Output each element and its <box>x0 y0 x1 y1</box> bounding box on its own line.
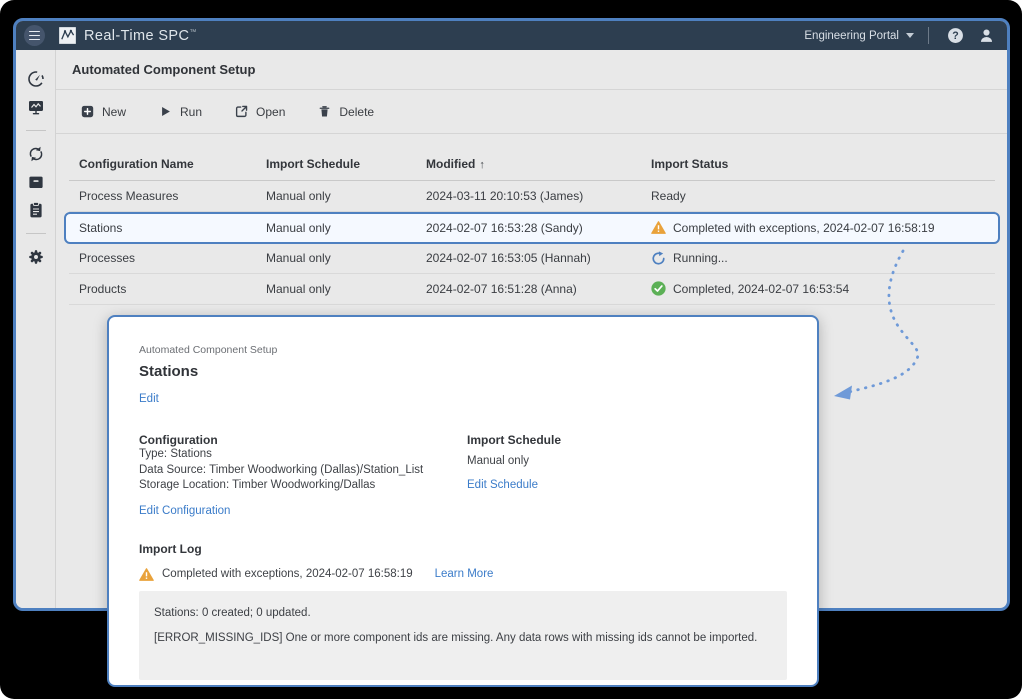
config-name-cell: Stations <box>69 221 256 235</box>
configuration-type: Type: Stations <box>139 447 467 463</box>
log-line: Stations: 0 created; 0 updated. <box>154 607 772 619</box>
help-icon[interactable]: ? <box>947 27 964 44</box>
table-row[interactable]: Process MeasuresManual only2024-03-11 20… <box>69 181 995 212</box>
sidebar-divider <box>26 130 46 131</box>
play-icon <box>159 105 172 118</box>
portal-selector[interactable]: Engineering Portal <box>804 30 914 42</box>
col-configuration-name[interactable]: Configuration Name <box>69 157 256 171</box>
status-text: Completed with exceptions, 2024-02-07 16… <box>673 221 935 235</box>
import-schedule-cell: Manual only <box>256 282 416 296</box>
sort-ascending-icon: ↑ <box>479 159 485 171</box>
brand-title: Real-Time SPC™ <box>84 28 197 44</box>
import-log-box: Stations: 0 created; 0 updated. [ERROR_M… <box>139 591 787 680</box>
gear-icon[interactable] <box>27 248 45 266</box>
table-row[interactable]: ProductsManual only2024-02-07 16:51:28 (… <box>69 274 995 305</box>
config-name-cell: Products <box>69 282 256 296</box>
config-name-cell: Process Measures <box>69 189 256 203</box>
open-external-icon <box>235 105 248 118</box>
chevron-down-icon <box>906 33 914 38</box>
open-button-label: Open <box>256 105 285 119</box>
delete-button[interactable]: Delete <box>318 105 374 119</box>
import-schedule-section: Import Schedule Manual only Edit Schedul… <box>467 433 561 519</box>
learn-more-link[interactable]: Learn More <box>435 568 494 580</box>
import-log-status-text: Completed with exceptions, 2024-02-07 16… <box>162 568 413 580</box>
import-log-status: Completed with exceptions, 2024-02-07 16… <box>139 567 787 582</box>
clipboard-icon[interactable] <box>27 201 45 219</box>
trash-icon <box>318 105 331 118</box>
table-row[interactable]: ProcessesManual only2024-02-07 16:53:05 … <box>69 244 995 275</box>
screenshot-stage: Real-Time SPC™ Engineering Portal ? <box>0 0 1022 699</box>
import-status-cell: Running... <box>641 251 995 266</box>
warning-triangle-icon <box>139 567 154 582</box>
import-status-cell: Completed with exceptions, 2024-02-07 16… <box>641 220 995 235</box>
col-import-schedule[interactable]: Import Schedule <box>256 157 416 171</box>
import-status-cell: Ready <box>641 189 995 203</box>
panel-breadcrumb: Automated Component Setup <box>139 344 787 356</box>
configuration-section: Configuration Type: Stations Data Source… <box>139 433 467 519</box>
run-button-label: Run <box>180 105 202 119</box>
import-schedule-cell: Manual only <box>256 189 416 203</box>
archive-box-icon[interactable] <box>27 173 45 191</box>
run-button[interactable]: Run <box>159 105 202 119</box>
import-status-cell: Completed, 2024-02-07 16:53:54 <box>641 281 995 296</box>
open-button[interactable]: Open <box>235 105 285 119</box>
portal-label: Engineering Portal <box>804 30 899 42</box>
header-divider <box>928 27 929 44</box>
delete-button-label: Delete <box>339 105 374 119</box>
sync-icon[interactable] <box>27 145 45 163</box>
import-schedule-cell: Manual only <box>256 251 416 265</box>
refresh-icon <box>651 251 666 266</box>
monitor-chart-icon[interactable] <box>27 98 45 116</box>
new-button[interactable]: New <box>81 105 126 119</box>
status-text: Completed, 2024-02-07 16:53:54 <box>673 282 849 296</box>
log-line: [ERROR_MISSING_IDS] One or more componen… <box>154 632 772 644</box>
svg-text:?: ? <box>952 30 958 42</box>
toolbar: New Run Open <box>56 90 1007 134</box>
configuration-data-source: Data Source: Timber Woodworking (Dallas)… <box>139 463 467 479</box>
config-name-cell: Processes <box>69 251 256 265</box>
brand-logo-icon <box>58 26 77 45</box>
panel-title: Stations <box>139 363 787 380</box>
modified-cell: 2024-02-07 16:53:05 (Hannah) <box>416 251 641 265</box>
status-text: Ready <box>651 189 686 203</box>
new-button-label: New <box>102 105 126 119</box>
edit-link[interactable]: Edit <box>139 393 159 405</box>
page-title-bar: Automated Component Setup <box>56 50 1007 90</box>
import-schedule-heading: Import Schedule <box>467 433 561 447</box>
detail-panel: Automated Component Setup Stations Edit … <box>107 315 819 687</box>
modified-cell: 2024-02-07 16:51:28 (Anna) <box>416 282 641 296</box>
table-body: Process MeasuresManual only2024-03-11 20… <box>69 181 995 305</box>
import-log-heading: Import Log <box>139 542 787 556</box>
config-table: Configuration Name Import Schedule Modif… <box>69 134 995 305</box>
menu-icon[interactable] <box>24 25 45 46</box>
modified-cell: 2024-03-11 20:10:53 (James) <box>416 189 641 203</box>
page-title: Automated Component Setup <box>72 62 255 77</box>
plus-square-icon <box>81 105 94 118</box>
check-circle-icon <box>651 281 666 296</box>
table-header: Configuration Name Import Schedule Modif… <box>69 134 995 181</box>
edit-configuration-link[interactable]: Edit Configuration <box>139 505 230 517</box>
user-icon[interactable] <box>978 27 995 44</box>
modified-cell: 2024-02-07 16:53:28 (Sandy) <box>416 221 641 235</box>
edit-schedule-link[interactable]: Edit Schedule <box>467 479 538 491</box>
trademark: ™ <box>189 29 196 36</box>
gauge-icon[interactable] <box>27 70 45 88</box>
import-schedule-cell: Manual only <box>256 221 416 235</box>
import-schedule-value: Manual only <box>467 454 561 470</box>
table-row[interactable]: StationsManual only2024-02-07 16:53:28 (… <box>64 212 1000 244</box>
configuration-heading: Configuration <box>139 433 467 447</box>
col-modified[interactable]: Modified↑ <box>416 157 641 171</box>
sidebar-divider <box>26 233 46 234</box>
status-text: Running... <box>673 251 728 265</box>
col-import-status[interactable]: Import Status <box>641 157 995 171</box>
sidebar <box>16 50 56 608</box>
configuration-storage-location: Storage Location: Timber Woodworking/Dal… <box>139 478 467 494</box>
app-header: Real-Time SPC™ Engineering Portal ? <box>16 21 1007 50</box>
warning-triangle-icon <box>651 220 666 235</box>
